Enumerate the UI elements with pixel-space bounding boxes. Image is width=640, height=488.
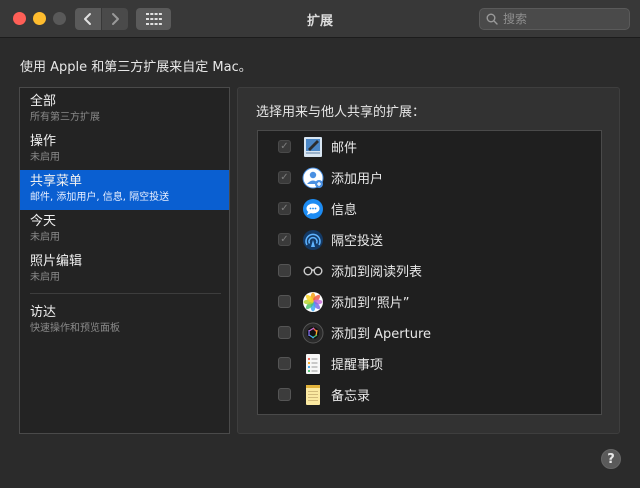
sidebar-item-finder[interactable]: 访达 快速操作和预览面板: [20, 301, 229, 341]
extension-checkbox[interactable]: ✓: [278, 140, 291, 153]
extension-name: 添加到 Aperture: [331, 327, 432, 342]
extension-checkbox[interactable]: [278, 388, 291, 401]
sidebar-item-subtitle: 未启用: [30, 272, 60, 283]
sidebar-item-actions[interactable]: 操作 未启用: [20, 130, 229, 170]
extension-name: 邮件: [331, 141, 358, 156]
airdrop-icon: [303, 229, 323, 250]
sidebar-item-subtitle: 未启用: [30, 152, 60, 163]
list-item: ✓ 信息: [258, 193, 601, 224]
checkmark-icon: ✓: [280, 140, 289, 152]
search-input[interactable]: [503, 12, 623, 26]
extension-name: 添加用户: [331, 172, 384, 187]
sidebar-item-title: 操作: [30, 134, 57, 149]
messages-icon: [303, 198, 323, 219]
list-item: 备忘录: [258, 379, 601, 410]
sidebar-item-subtitle: 未启用: [30, 232, 60, 243]
sidebar-item-today[interactable]: 今天 未启用: [20, 210, 229, 250]
checkmark-icon: ✓: [280, 171, 289, 183]
extension-name: 信息: [331, 203, 358, 218]
sidebar-item-title: 今天: [30, 214, 57, 229]
sidebar-item-photos-editing[interactable]: 照片编辑 未启用: [20, 250, 229, 290]
add-people-icon: [302, 167, 324, 188]
list-item: 提醒事项: [258, 348, 601, 379]
sidebar-item-share-menu[interactable]: 共享菜单 邮件, 添加用户, 信息, 隔空投送: [20, 170, 229, 210]
extensions-list: ✓ 邮件 ✓ 添加用户 ✓ 信息 ✓ 隔空投送 添加到阅读列表 添加到“照片” …: [257, 130, 602, 415]
extension-name: 备忘录: [331, 389, 371, 404]
sidebar-item-title: 全部: [30, 94, 57, 109]
checkmark-icon: ✓: [280, 233, 289, 245]
sidebar-item-title: 共享菜单: [30, 174, 83, 189]
sidebar-item-subtitle: 快速操作和预览面板: [30, 323, 120, 334]
extension-checkbox[interactable]: [278, 264, 291, 277]
search-icon: [486, 13, 498, 25]
extension-checkbox[interactable]: ✓: [278, 171, 291, 184]
sidebar-divider: [30, 293, 221, 294]
extension-checkbox[interactable]: [278, 357, 291, 370]
extension-name: 添加到“照片”: [331, 296, 410, 311]
sidebar-item-all[interactable]: 全部 所有第三方扩展: [20, 90, 229, 130]
sidebar-item-title: 访达: [30, 305, 57, 320]
aperture-icon: [302, 322, 324, 343]
notes-icon: [306, 384, 320, 405]
reminders-icon: [306, 353, 320, 374]
extension-category-sidebar: 全部 所有第三方扩展 操作 未启用 共享菜单 邮件, 添加用户, 信息, 隔空投…: [19, 87, 230, 434]
extension-checkbox[interactable]: [278, 326, 291, 339]
extension-checkbox[interactable]: ✓: [278, 202, 291, 215]
reading-list-icon: [303, 265, 323, 275]
search-field[interactable]: [479, 8, 630, 30]
help-button[interactable]: ?: [601, 449, 621, 469]
sidebar-item-title: 照片编辑: [30, 254, 83, 269]
list-item: 添加到阅读列表: [258, 255, 601, 286]
sidebar-item-subtitle: 邮件, 添加用户, 信息, 隔空投送: [30, 192, 170, 203]
title-bar: 扩展: [0, 0, 640, 38]
sidebar-item-subtitle: 所有第三方扩展: [30, 112, 100, 123]
list-item: 添加到“照片”: [258, 286, 601, 317]
page-subtitle: 使用 Apple 和第三方扩展来自定 Mac。: [20, 60, 252, 75]
list-item: ✓ 隔空投送: [258, 224, 601, 255]
list-item: ✓ 添加用户: [258, 162, 601, 193]
extension-checkbox[interactable]: [278, 295, 291, 308]
mail-icon: [304, 136, 322, 157]
extension-name: 添加到阅读列表: [331, 265, 423, 280]
list-item: ✓ 邮件: [258, 131, 601, 162]
extension-name: 提醒事项: [331, 358, 384, 373]
photos-icon: [303, 291, 323, 312]
checkmark-icon: ✓: [280, 202, 289, 214]
extension-checkbox[interactable]: ✓: [278, 233, 291, 246]
list-item: 添加到 Aperture: [258, 317, 601, 348]
panel-heading: 选择用来与他人共享的扩展：: [256, 105, 426, 120]
extension-name: 隔空投送: [331, 234, 384, 249]
